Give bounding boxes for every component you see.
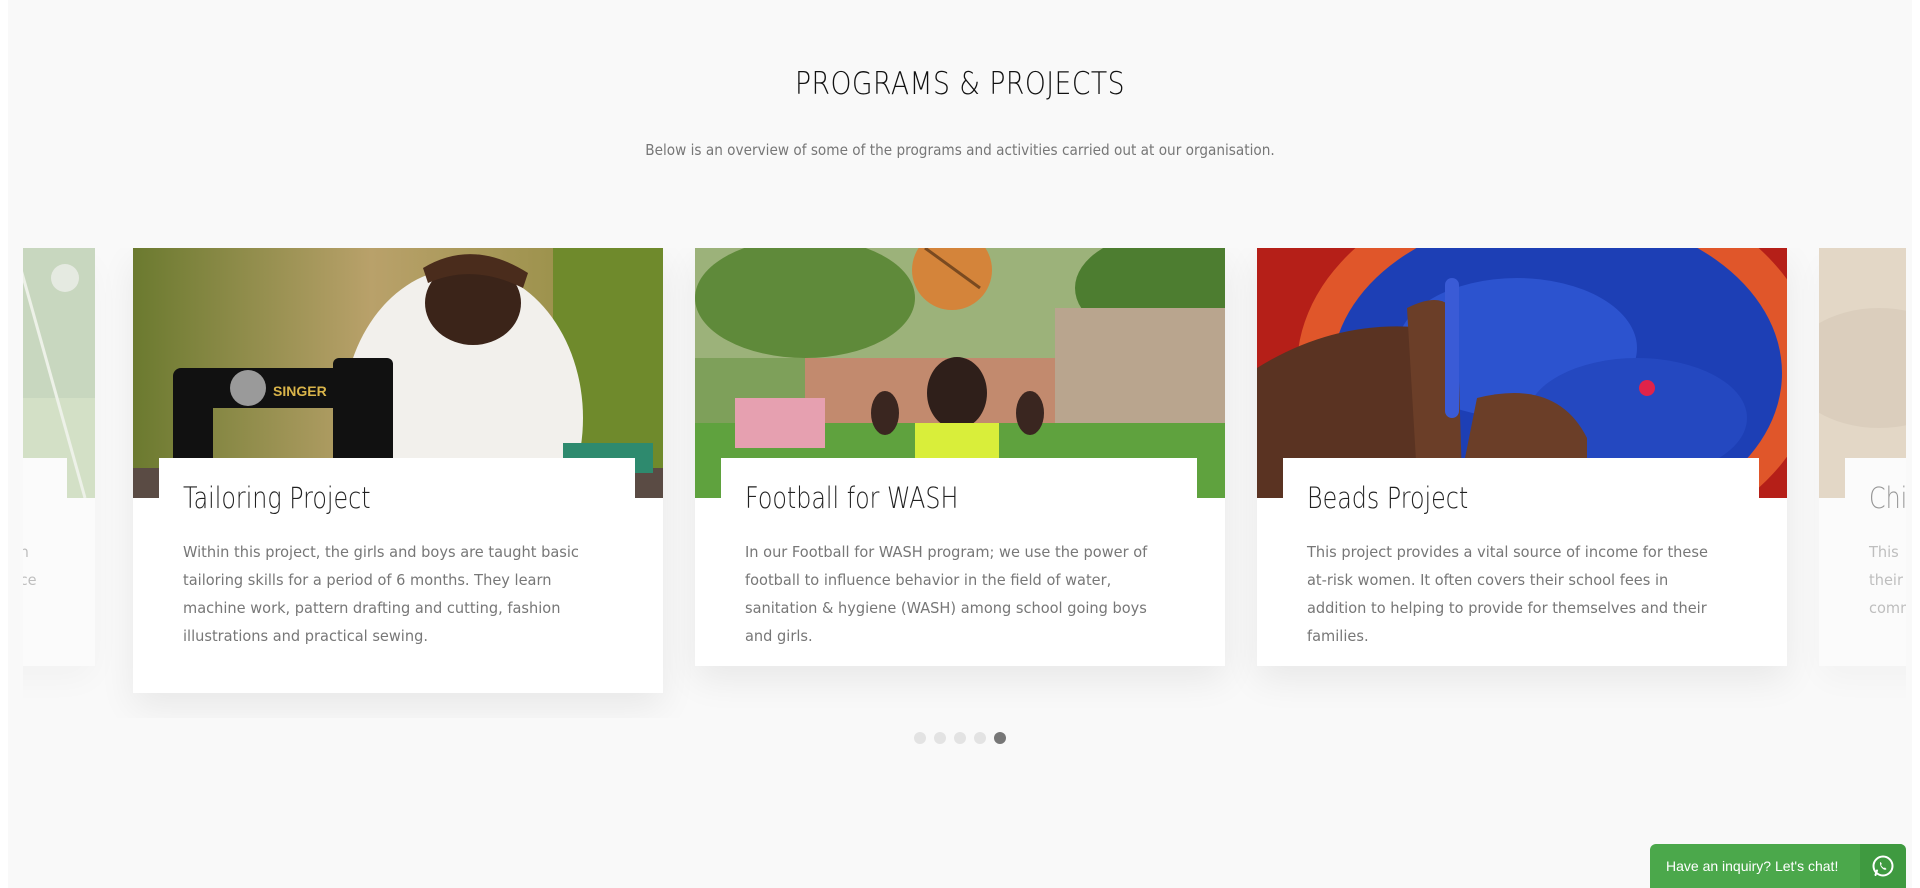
- program-card-title[interactable]: Football for WASH: [745, 481, 958, 515]
- pagination-dot-active[interactable]: [994, 732, 1006, 744]
- program-card-description: Within this project, the girls and boys …: [183, 543, 579, 645]
- section-title: PROGRAMS & PROJECTS: [795, 66, 1125, 102]
- pagination-dot[interactable]: [974, 732, 986, 744]
- program-card-beads[interactable]: Beads Project This project provides a vi…: [1257, 248, 1787, 666]
- section-subtitle: Below is an overview of some of the prog…: [645, 141, 1275, 159]
- chat-inquiry-button[interactable]: Have an inquiry? Let's chat!: [1650, 844, 1906, 888]
- program-card-description: This their comm: [1869, 543, 1906, 617]
- program-card-description: …n …ce: [23, 543, 37, 589]
- whatsapp-icon: [1860, 844, 1906, 888]
- program-card-football-wash[interactable]: Football for WASH In our Football for WA…: [695, 248, 1225, 666]
- program-card-title[interactable]: Tailoring Project: [183, 481, 371, 515]
- pagination-dot[interactable]: [954, 732, 966, 744]
- program-card-title[interactable]: Beads Project: [1307, 481, 1468, 515]
- programs-section: PROGRAMS & PROJECTS Below is an overview…: [8, 0, 1912, 888]
- chat-inquiry-label: Have an inquiry? Let's chat!: [1666, 858, 1839, 874]
- carousel-pagination: [8, 732, 1912, 744]
- pagination-dot[interactable]: [914, 732, 926, 744]
- program-card-description: This project provides a vital source of …: [1307, 543, 1708, 645]
- programs-carousel[interactable]: …n …ce: [23, 248, 1906, 718]
- program-card-partial-right[interactable]: Chi This their comm: [1819, 248, 1906, 666]
- program-card-description: In our Football for WASH program; we use…: [745, 543, 1148, 645]
- svg-text:SINGER: SINGER: [273, 383, 327, 399]
- program-card-tailoring[interactable]: SINGER Tailoring Project Within this pro…: [133, 248, 663, 693]
- program-card-partial-left[interactable]: …n …ce: [23, 248, 95, 666]
- program-card-title[interactable]: Chi: [1869, 481, 1906, 515]
- pagination-dot[interactable]: [934, 732, 946, 744]
